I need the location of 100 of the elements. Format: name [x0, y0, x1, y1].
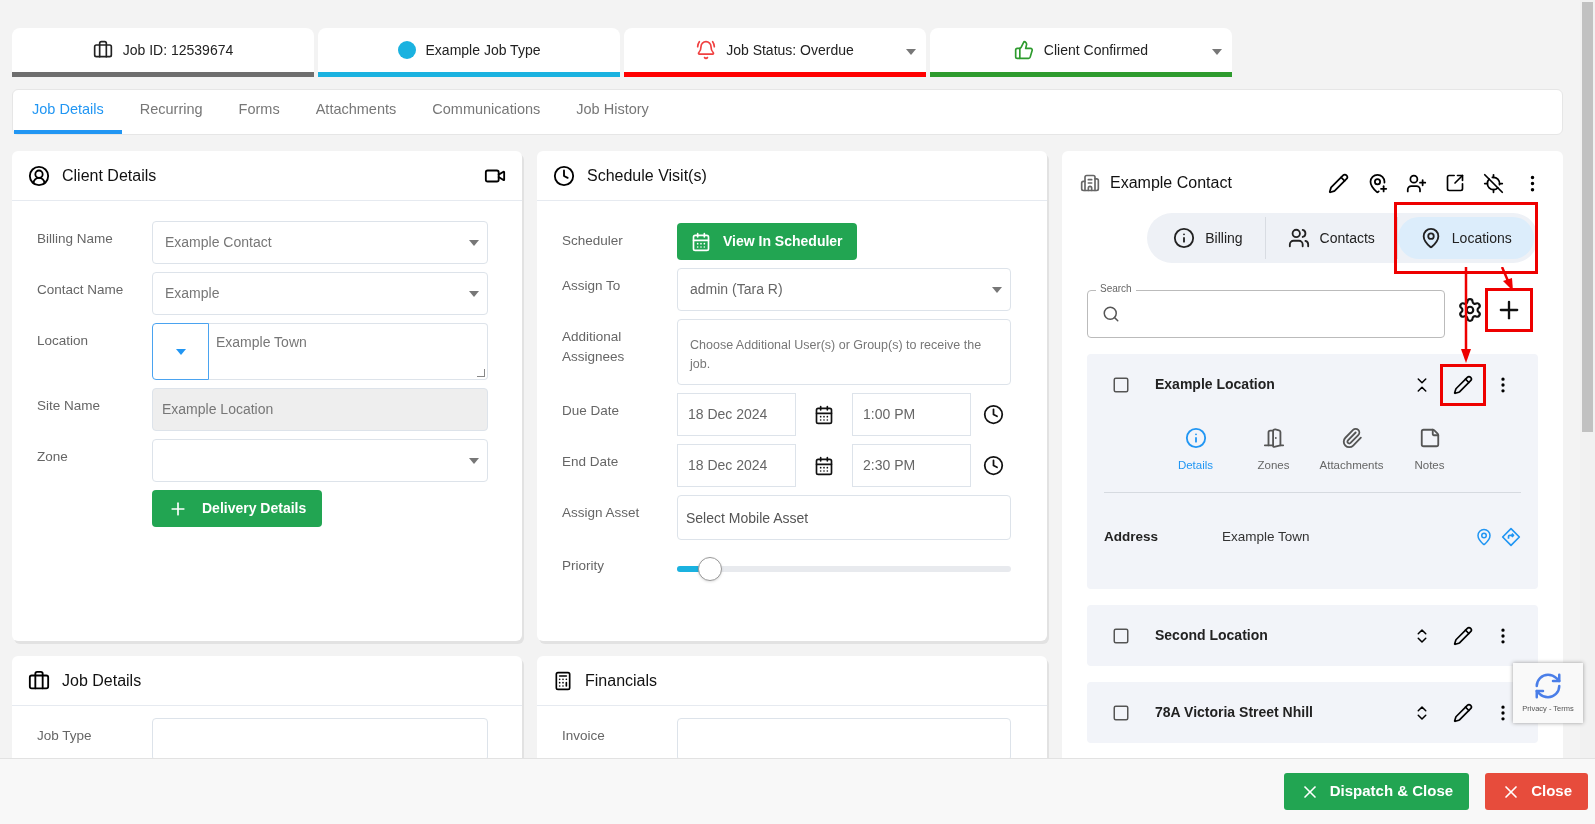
- panel-title: Job Details: [62, 670, 143, 691]
- date-field[interactable]: 18 Dec 2024: [677, 393, 796, 436]
- search-icon: [1102, 305, 1120, 323]
- door-icon: [1262, 427, 1285, 449]
- caret-icon: [175, 348, 186, 355]
- briefcase-icon: [92, 40, 113, 60]
- edit-icon[interactable]: [1453, 625, 1473, 646]
- building-icon: [1080, 173, 1100, 193]
- paperclip-icon: [1340, 427, 1363, 449]
- segment-tab[interactable]: Locations: [1397, 217, 1534, 259]
- field-label: Zone: [37, 448, 69, 466]
- clock-icon[interactable]: [983, 404, 1004, 425]
- field-label: Site Name: [37, 397, 102, 415]
- note-icon: [1418, 427, 1441, 449]
- field-label: Invoice: [562, 727, 606, 745]
- edit-icon[interactable]: [1328, 172, 1349, 194]
- clock-icon[interactable]: [983, 455, 1004, 476]
- bell-icon: [696, 40, 717, 60]
- field-label: Assign To: [562, 277, 622, 295]
- tab[interactable]: Job Details: [14, 90, 122, 134]
- tab[interactable]: Forms: [220, 90, 298, 134]
- panel-title: Client Details: [62, 165, 158, 186]
- status-label: Example Job Type: [425, 40, 541, 60]
- field-label: Additional Assignees: [562, 328, 626, 366]
- user-circle-icon: [28, 164, 50, 187]
- sub-tab[interactable]: Details: [1165, 427, 1226, 475]
- field-label: End Date: [562, 453, 620, 471]
- settings-icon[interactable]: [1457, 296, 1483, 323]
- tab[interactable]: Communications: [414, 90, 559, 134]
- status-label: Client Confirmed: [1043, 40, 1149, 60]
- select-field[interactable]: Example Contact: [152, 221, 488, 264]
- sub-tab[interactable]: Notes: [1399, 427, 1460, 475]
- edit-icon[interactable]: [1453, 702, 1473, 723]
- panel-title: Schedule Visit(s): [587, 165, 708, 186]
- panel-title: Financials: [585, 670, 659, 691]
- status-card[interactable]: Job Status: Overdue: [624, 28, 926, 77]
- location-name: Example Location: [1155, 375, 1276, 394]
- caret-icon: [1212, 49, 1222, 55]
- add-user-icon[interactable]: [1406, 172, 1427, 194]
- map-pin-icon[interactable]: [1475, 528, 1493, 547]
- checkbox[interactable]: [1112, 703, 1130, 722]
- thumbs-up-icon: [1013, 40, 1034, 60]
- slider-thumb[interactable]: [698, 557, 723, 581]
- field-label: Priority: [562, 557, 605, 575]
- location-name: Second Location: [1155, 626, 1269, 646]
- close-button[interactable]: Close: [1485, 773, 1588, 810]
- location-textarea[interactable]: Example Town: [209, 323, 488, 380]
- tab[interactable]: Attachments: [297, 90, 415, 134]
- time-field[interactable]: 2:30 PM: [852, 444, 971, 487]
- tab[interactable]: Recurring: [121, 90, 221, 134]
- segment-tab[interactable]: Billing: [1151, 217, 1265, 259]
- annotation-box: [1485, 287, 1533, 332]
- info-icon: [1184, 427, 1207, 449]
- location-name: 78A Victoria Street Nhill: [1155, 703, 1314, 723]
- caret-icon: [469, 239, 479, 246]
- calculator-icon: [553, 670, 573, 691]
- clock-icon: [553, 164, 575, 187]
- directions-icon[interactable]: [1501, 527, 1521, 548]
- field-label: Job Type: [37, 727, 93, 745]
- add-location-icon[interactable]: [1367, 172, 1388, 194]
- field-label: Due Date: [562, 402, 621, 420]
- locate-off-icon[interactable]: [1483, 172, 1504, 194]
- briefcase-icon: [28, 669, 50, 692]
- calendar-icon: [691, 231, 711, 252]
- tab[interactable]: Job History: [558, 90, 667, 134]
- segment-tab[interactable]: Contacts: [1265, 217, 1397, 259]
- status-label: Job Status: Overdue: [726, 40, 854, 60]
- asset-field[interactable]: Select Mobile Asset: [677, 495, 1011, 540]
- resize-handle-icon: [477, 369, 485, 377]
- field-label: Scheduler: [562, 232, 624, 250]
- dispatch-button[interactable]: Dispatch & Close: [1283, 773, 1470, 810]
- assignees-field[interactable]: Choose Additional User(s) or Group(s) to receive the job.: [677, 319, 1011, 385]
- status-card[interactable]: Client Confirmed: [930, 28, 1232, 77]
- location-dropdown[interactable]: [152, 323, 209, 380]
- contact-name: Example Contact: [1110, 173, 1233, 193]
- view-in-scheduler-button[interactable]: View In Scheduler: [677, 223, 857, 260]
- external-link-icon[interactable]: [1445, 173, 1465, 193]
- address-label: Address: [1104, 528, 1160, 547]
- field-label: Location: [37, 332, 90, 350]
- field-label: Billing Name: [37, 230, 114, 248]
- date-field[interactable]: 18 Dec 2024: [677, 444, 796, 487]
- checkbox[interactable]: [1112, 626, 1130, 645]
- edit-icon[interactable]: [1453, 374, 1473, 395]
- delivery-details-button[interactable]: Delivery Details: [152, 490, 323, 527]
- select-field[interactable]: Example: [152, 272, 488, 315]
- calendar-icon[interactable]: [814, 404, 834, 425]
- time-field[interactable]: 1:00 PM: [852, 393, 971, 436]
- field-label: Assign Asset: [562, 504, 641, 522]
- caret-icon: [906, 49, 916, 55]
- info-icon: [1173, 227, 1196, 249]
- sub-tab[interactable]: Attachments: [1321, 427, 1382, 475]
- select-field[interactable]: [152, 439, 488, 482]
- address-value: Example Town: [1222, 528, 1311, 547]
- select-field[interactable]: admin (Tara R): [677, 268, 1011, 311]
- checkbox[interactable]: [1112, 375, 1130, 394]
- caret-icon: [992, 286, 1002, 293]
- sub-tab[interactable]: Zones: [1243, 427, 1304, 475]
- field-label: Contact Name: [37, 281, 125, 299]
- status-label: Job ID: 12539674: [122, 40, 234, 60]
- calendar-icon[interactable]: [814, 455, 834, 476]
